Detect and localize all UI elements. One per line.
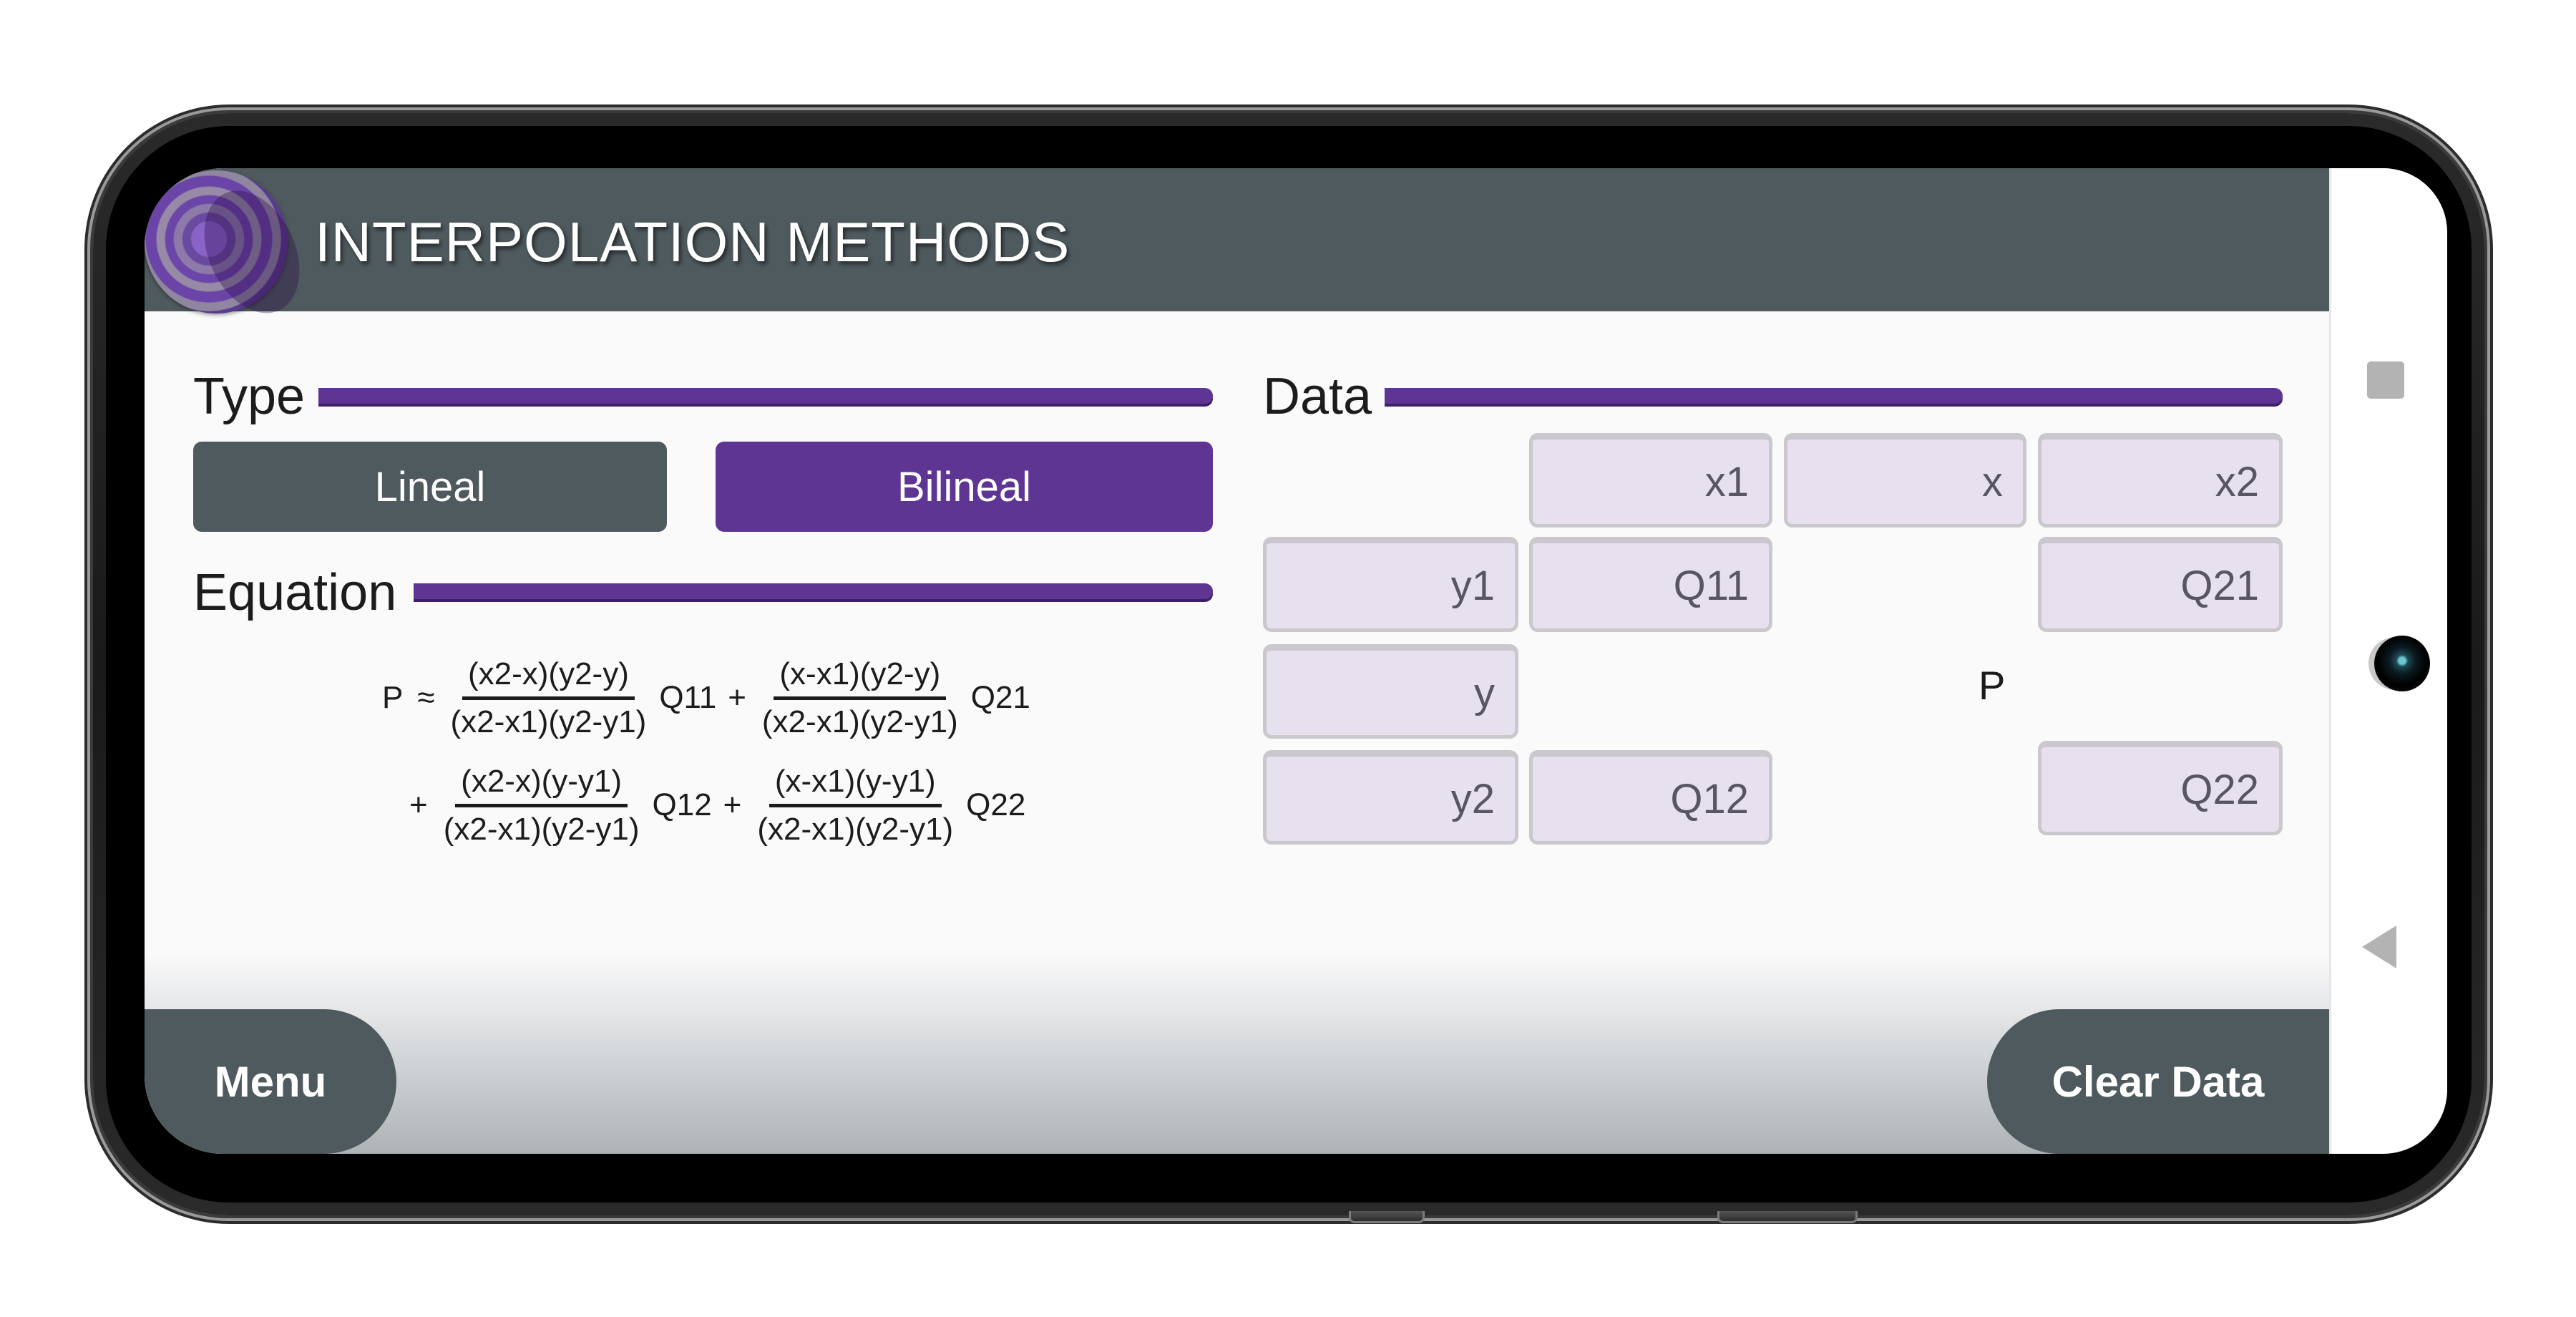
- y2-field[interactable]: y2: [1263, 750, 1518, 845]
- fraction-denominator: (x2-x1)(y2-y1): [757, 811, 954, 847]
- menu-button[interactable]: Menu: [145, 1009, 396, 1154]
- clear-data-button[interactable]: Clear Data: [1987, 1009, 2329, 1154]
- x2-field[interactable]: x2: [2038, 433, 2283, 528]
- equation-coefficient: Q12: [652, 787, 712, 822]
- q12-field[interactable]: Q12: [1529, 750, 1772, 845]
- equation-row-2: + (x2-x)(y-y1) (x2-x1)(y2-y1) Q12 + (x-x…: [375, 752, 1035, 859]
- equation-fraction: (x-x1)(y2-y) (x2-x1)(y2-y1): [753, 656, 967, 740]
- type-section-divider: [318, 388, 1213, 404]
- equation-coefficient: Q11: [659, 680, 717, 715]
- equation-section-label: Equation: [193, 564, 397, 621]
- equation-fraction: (x-x1)(y-y1) (x2-x1)(y2-y1): [748, 764, 962, 847]
- x-field[interactable]: x: [1784, 433, 2026, 528]
- equation-coefficient: Q21: [970, 680, 1030, 715]
- result-p-label: P: [1979, 663, 2006, 708]
- x1-field[interactable]: x1: [1529, 433, 1772, 528]
- bilineal-type-button[interactable]: Bilineal: [716, 442, 1213, 532]
- app-logo-icon: [145, 170, 288, 314]
- front-camera-icon: [2374, 636, 2430, 691]
- plus-symbol: +: [409, 787, 428, 822]
- fraction-denominator: (x2-x1)(y2-y1): [761, 704, 958, 739]
- bilinear-equation: P ≈ (x2-x)(y2-y) (x2-x1)(y2-y1) Q11 + (x…: [375, 644, 1035, 859]
- back-triangle-icon[interactable]: [2362, 925, 2396, 968]
- plus-symbol: +: [723, 787, 742, 822]
- q22-field[interactable]: Q22: [2038, 741, 2283, 835]
- app-title: INTERPOLATION METHODS: [315, 210, 1070, 273]
- screen: INTERPOLATION METHODS Type Lineal Biline…: [145, 168, 2447, 1154]
- app-header: INTERPOLATION METHODS: [145, 168, 2329, 314]
- data-section-label: Data: [1263, 368, 1372, 425]
- approx-symbol: ≈: [417, 680, 435, 715]
- app-window: INTERPOLATION METHODS Type Lineal Biline…: [145, 168, 2329, 1154]
- equation-section-divider: [414, 583, 1213, 599]
- data-section-divider: [1385, 388, 2283, 404]
- equation-lhs: P: [382, 680, 404, 715]
- type-section-label: Type: [193, 368, 306, 425]
- plus-symbol: +: [728, 680, 746, 715]
- equation-row-1: P ≈ (x2-x)(y2-y) (x2-x1)(y2-y1) Q11 + (x…: [375, 644, 1035, 752]
- equation-coefficient: Q22: [966, 787, 1026, 822]
- phone-side-button: [1717, 1211, 1858, 1223]
- q21-field[interactable]: Q21: [2038, 537, 2283, 632]
- y1-field[interactable]: y1: [1263, 537, 1518, 632]
- fraction-numerator: (x-x1)(y2-y): [774, 656, 947, 700]
- fraction-numerator: (x-x1)(y-y1): [769, 764, 942, 807]
- y-field[interactable]: y: [1263, 644, 1518, 739]
- recents-square-icon[interactable]: [2367, 361, 2404, 399]
- q11-field[interactable]: Q11: [1529, 537, 1772, 632]
- fraction-numerator: (x2-x)(y2-y): [462, 656, 635, 700]
- fraction-denominator: (x2-x1)(y2-y1): [450, 704, 647, 739]
- phone-side-button: [1349, 1211, 1425, 1223]
- equation-fraction: (x2-x)(y2-y) (x2-x1)(y2-y1): [442, 656, 655, 740]
- fraction-numerator: (x2-x)(y-y1): [455, 764, 628, 807]
- fraction-denominator: (x2-x1)(y2-y1): [443, 811, 640, 847]
- lineal-type-button[interactable]: Lineal: [193, 442, 667, 532]
- equation-fraction: (x2-x)(y-y1) (x2-x1)(y2-y1): [435, 764, 648, 847]
